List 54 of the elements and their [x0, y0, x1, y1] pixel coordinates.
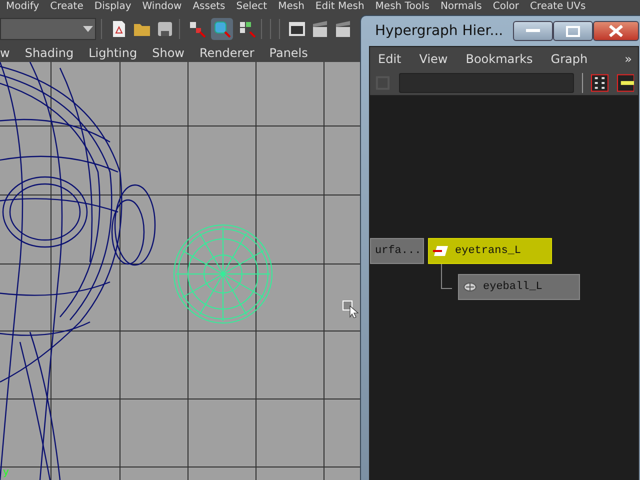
node-view-icon[interactable]	[616, 74, 634, 92]
menu-item[interactable]: Panels	[269, 44, 308, 62]
menu-item[interactable]: w	[0, 44, 10, 62]
menu-item[interactable]: Select	[236, 0, 268, 14]
menu-item[interactable]: Edit Mesh	[315, 0, 364, 14]
menu-item[interactable]: Mesh	[278, 0, 304, 14]
menu-item[interactable]: Renderer	[199, 44, 254, 62]
menu-item[interactable]: Show	[152, 44, 184, 62]
menu-item[interactable]: Bookmarks	[466, 47, 533, 71]
menu-item[interactable]: Edit	[378, 47, 402, 71]
node-label: urfa...	[375, 245, 422, 257]
minimize-icon	[526, 29, 540, 33]
overflow-button[interactable]: »	[624, 47, 632, 71]
maximize-button[interactable]	[553, 21, 594, 41]
menu-item[interactable]: Window	[142, 0, 182, 14]
window-title: Hypergraph Hier...	[375, 23, 504, 39]
select-object-icon[interactable]	[211, 18, 233, 40]
menu-item[interactable]: Mesh Tools	[375, 0, 430, 14]
node-label: eyetrans_L	[455, 245, 522, 257]
caret-icon	[81, 25, 95, 33]
menu-item[interactable]: Modify	[6, 0, 40, 14]
connector-line	[441, 263, 452, 289]
transform-icon	[433, 245, 449, 257]
menu-item[interactable]: Display	[94, 0, 132, 14]
minimize-button[interactable]	[513, 21, 554, 41]
menu-item[interactable]: Create	[50, 0, 84, 14]
menu-item[interactable]: Assets	[192, 0, 226, 14]
new-file-icon[interactable]	[110, 20, 128, 38]
menu-item[interactable]: Shading	[24, 44, 74, 62]
graph-node[interactable]: urfa...	[370, 238, 424, 264]
hierarchy-view-icon[interactable]	[591, 74, 609, 92]
maximize-icon	[566, 26, 580, 36]
graph-node[interactable]: eyetrans_L	[428, 238, 552, 264]
cursor-icon	[342, 300, 360, 318]
graph-node[interactable]: eyeball_L	[458, 274, 580, 300]
mesh-icon	[463, 282, 477, 292]
menu-item[interactable]: Color	[492, 0, 519, 14]
render-window-icon[interactable]	[288, 20, 306, 38]
select-component-icon[interactable]	[238, 20, 256, 38]
menu-item[interactable]: Create UVs	[530, 0, 586, 14]
menu-item[interactable]: Graph	[550, 47, 588, 71]
save-icon[interactable]	[156, 20, 174, 38]
select-hierarchy-icon[interactable]	[188, 20, 206, 38]
dropdown-field[interactable]	[0, 18, 96, 40]
close-icon	[609, 25, 624, 37]
menu-item[interactable]: Lighting	[88, 44, 138, 62]
clapperboard-icon[interactable]	[311, 20, 329, 38]
input-field[interactable]	[399, 73, 574, 93]
node-label: eyeball_L	[483, 281, 542, 293]
axis-label: y	[3, 467, 9, 478]
close-button[interactable]	[593, 21, 640, 41]
menu-item[interactable]: Normals	[440, 0, 482, 14]
menu-item[interactable]: View	[419, 47, 448, 71]
ipr-clapperboard-icon[interactable]	[334, 20, 352, 38]
